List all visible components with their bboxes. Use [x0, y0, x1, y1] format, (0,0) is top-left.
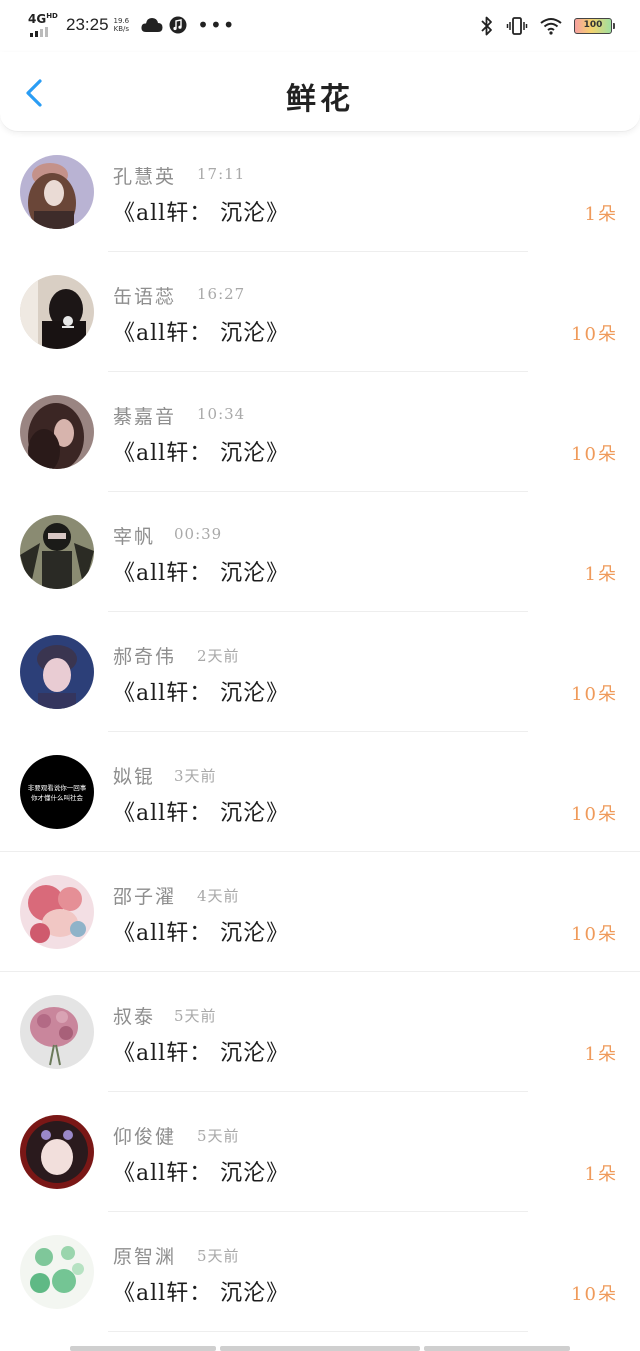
book-title: 《all轩： 沉沦》 — [113, 1161, 290, 1186]
flower-count: 10朵 — [571, 924, 618, 945]
header: 鲜花 — [0, 52, 640, 132]
sender-name: 郝奇伟 — [113, 646, 177, 668]
sender-name: 宰帆 — [113, 526, 156, 548]
book-title: 《all轩： 沉沦》 — [113, 441, 290, 466]
timestamp: 4天前 — [197, 887, 240, 905]
list-item[interactable]: 缶语蕊 16:27 《all轩： 沉沦》 10朵 — [0, 252, 640, 372]
book-title: 《all轩： 沉沦》 — [113, 201, 290, 226]
timestamp: 3天前 — [174, 767, 217, 785]
flower-count: 10朵 — [571, 324, 618, 345]
book-title: 《all轩： 沉沦》 — [113, 801, 290, 826]
avatar[interactable] — [20, 875, 94, 949]
timestamp: 2天前 — [197, 647, 240, 665]
cloud-icon — [141, 18, 163, 32]
list-item[interactable]: 宰帆 00:39 《all轩： 沉沦》 1朵 — [0, 492, 640, 612]
more-notifications-icon: ••• — [197, 13, 236, 37]
timestamp: 10:34 — [197, 405, 246, 423]
divider — [108, 1331, 528, 1332]
list-item[interactable]: 非要观看说你一回事 你才懂什么叫社会 姒锟 3天前 《all轩： 沉沦》 10朵 — [0, 732, 640, 852]
book-title: 《all轩： 沉沦》 — [113, 921, 290, 946]
avatar-caption: 非要观看说你一回事 你才懂什么叫社会 — [27, 784, 87, 802]
flower-count: 1朵 — [584, 204, 618, 225]
flower-gift-list: 孔慧英 17:11 《all轩： 沉沦》 1朵 缶语蕊 16:27 《all轩：… — [0, 132, 640, 1332]
avatar[interactable] — [20, 155, 94, 229]
list-item[interactable]: 孔慧英 17:11 《all轩： 沉沦》 1朵 — [0, 132, 640, 252]
sender-name: 綦嘉音 — [113, 406, 177, 428]
cellular-signal-icon: 4GHD — [28, 12, 58, 38]
page-title: 鲜花 — [286, 82, 354, 117]
flower-count: 10朵 — [571, 1284, 618, 1305]
flower-count: 1朵 — [584, 564, 618, 585]
network-speed: 19.6 KB/s — [113, 17, 130, 33]
timestamp: 5天前 — [197, 1247, 240, 1265]
flower-count: 10朵 — [571, 444, 618, 465]
sender-name: 原智渊 — [113, 1246, 177, 1268]
sender-name: 孔慧英 — [113, 166, 177, 188]
bluetooth-icon — [481, 16, 492, 36]
vibrate-icon — [506, 17, 528, 35]
timestamp: 5天前 — [197, 1127, 240, 1145]
avatar[interactable] — [20, 1235, 94, 1309]
flower-count: 1朵 — [584, 1164, 618, 1185]
avatar[interactable] — [20, 515, 94, 589]
timestamp: 16:27 — [197, 285, 246, 303]
book-title: 《all轩： 沉沦》 — [113, 321, 290, 346]
timestamp: 5天前 — [174, 1007, 217, 1025]
book-title: 《all轩： 沉沦》 — [113, 1041, 290, 1066]
sender-name: 叔泰 — [113, 1006, 156, 1028]
list-item[interactable]: 仰俊健 5天前 《all轩： 沉沦》 1朵 — [0, 1092, 640, 1212]
list-item[interactable]: 原智渊 5天前 《all轩： 沉沦》 10朵 — [0, 1212, 640, 1332]
avatar[interactable] — [20, 275, 94, 349]
avatar[interactable] — [20, 395, 94, 469]
book-title: 《all轩： 沉沦》 — [113, 681, 290, 706]
sender-name: 姒锟 — [113, 766, 156, 788]
flower-count: 10朵 — [571, 804, 618, 825]
timestamp: 00:39 — [174, 525, 223, 543]
flower-count: 1朵 — [584, 1044, 618, 1065]
list-item[interactable]: 綦嘉音 10:34 《all轩： 沉沦》 10朵 — [0, 372, 640, 492]
sender-name: 邵子濯 — [113, 886, 177, 908]
avatar[interactable] — [20, 995, 94, 1069]
music-icon — [169, 16, 187, 34]
book-title: 《all轩： 沉沦》 — [113, 1281, 290, 1306]
list-item[interactable]: 叔泰 5天前 《all轩： 沉沦》 1朵 — [0, 972, 640, 1092]
avatar[interactable] — [20, 635, 94, 709]
list-item[interactable]: 郝奇伟 2天前 《all轩： 沉沦》 10朵 — [0, 612, 640, 732]
avatar[interactable] — [20, 1115, 94, 1189]
book-title: 《all轩： 沉沦》 — [113, 561, 290, 586]
battery-icon: 100 — [574, 18, 615, 34]
avatar[interactable]: 非要观看说你一回事 你才懂什么叫社会 — [20, 755, 94, 829]
wifi-icon — [540, 18, 562, 35]
status-bar: 4GHD 23:25 19.6 KB/s ••• 100 — [0, 0, 640, 52]
clock: 23:25 — [66, 15, 109, 34]
sender-name: 仰俊健 — [113, 1126, 177, 1148]
list-item[interactable]: 邵子濯 4天前 《all轩： 沉沦》 10朵 — [0, 852, 640, 972]
flower-count: 10朵 — [571, 684, 618, 705]
timestamp: 17:11 — [197, 165, 246, 183]
scroll-indicator — [0, 1345, 640, 1351]
sender-name: 缶语蕊 — [113, 286, 177, 308]
